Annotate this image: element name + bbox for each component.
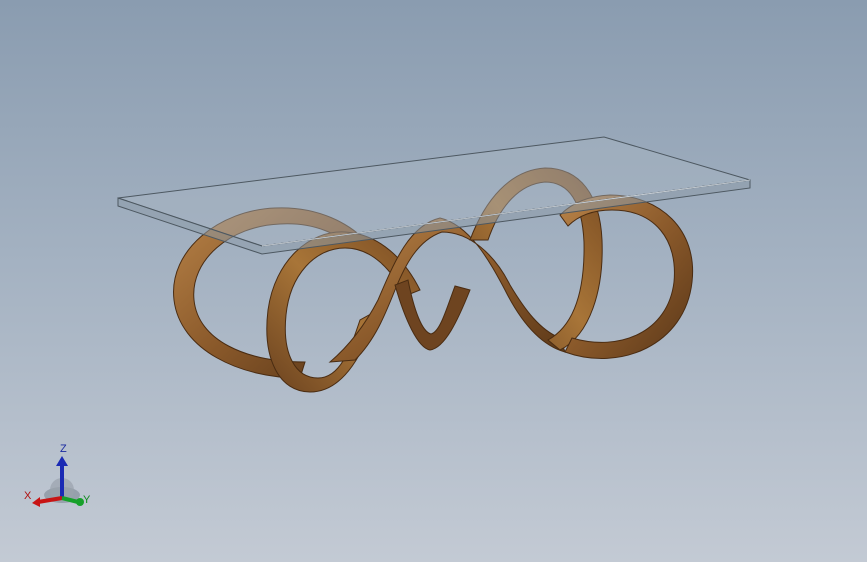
- axis-z-label: Z: [60, 443, 67, 455]
- glass-top[interactable]: [117, 136, 751, 255]
- graphics-viewport[interactable]: Z X Y: [0, 0, 867, 562]
- ribbon-far-right-loop: [559, 194, 694, 359]
- ribbon-second-loop: [266, 231, 421, 393]
- axis-y-label: Y: [83, 494, 91, 506]
- ribbon-center-dip: [394, 279, 471, 351]
- reference-triad: Z X Y: [20, 440, 100, 515]
- axis-x-label: X: [24, 490, 32, 502]
- model-view[interactable]: [0, 0, 867, 562]
